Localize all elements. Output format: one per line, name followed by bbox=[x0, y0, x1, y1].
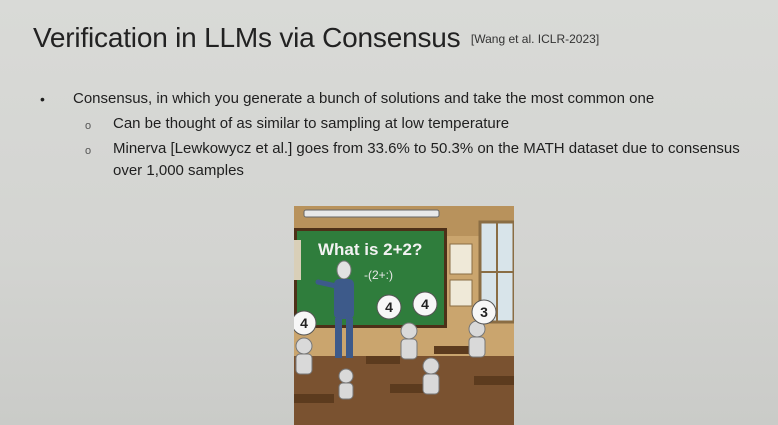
classroom-robots-image: What is 2+2? -(2+:) 4 4 4 3 bbox=[294, 206, 514, 425]
sub-bullet-ring-icon: o bbox=[85, 120, 92, 132]
answer-bubble: 4 bbox=[421, 296, 429, 312]
citation: [Wang et al. ICLR-2023] bbox=[470, 32, 600, 46]
bullet-list: • Consensus, in which you generate a bun… bbox=[40, 88, 760, 182]
sub-bullet-text: Minerva [Lewkowycz et al.] goes from 33.… bbox=[113, 140, 740, 179]
answer-bubble: 3 bbox=[480, 304, 488, 320]
title-row: Verification in LLMs via Consensus [Wang… bbox=[33, 22, 599, 54]
board-question: What is 2+2? bbox=[318, 240, 422, 259]
sub-bullet-item: o Minerva [Lewkowycz et al.] goes from 3… bbox=[40, 138, 760, 182]
answer-bubble: 4 bbox=[385, 299, 393, 315]
bullet-text: Consensus, in which you generate a bunch… bbox=[73, 90, 655, 107]
classroom-illustration: What is 2+2? -(2+:) 4 4 4 3 bbox=[294, 206, 514, 425]
bullet-item: • Consensus, in which you generate a bun… bbox=[40, 88, 760, 110]
sub-bullet-text: Can be thought of as similar to sampling… bbox=[113, 115, 510, 132]
slide-title: Verification in LLMs via Consensus bbox=[33, 22, 461, 53]
slide: Verification in LLMs via Consensus [Wang… bbox=[0, 0, 778, 425]
sub-bullet-item: o Can be thought of as similar to sampli… bbox=[40, 113, 760, 135]
sub-bullet-ring-icon: o bbox=[85, 145, 92, 157]
answer-bubble: 4 bbox=[300, 315, 308, 331]
bullet-dot-icon: • bbox=[40, 91, 45, 107]
board-scribble: -(2+:) bbox=[364, 268, 393, 282]
